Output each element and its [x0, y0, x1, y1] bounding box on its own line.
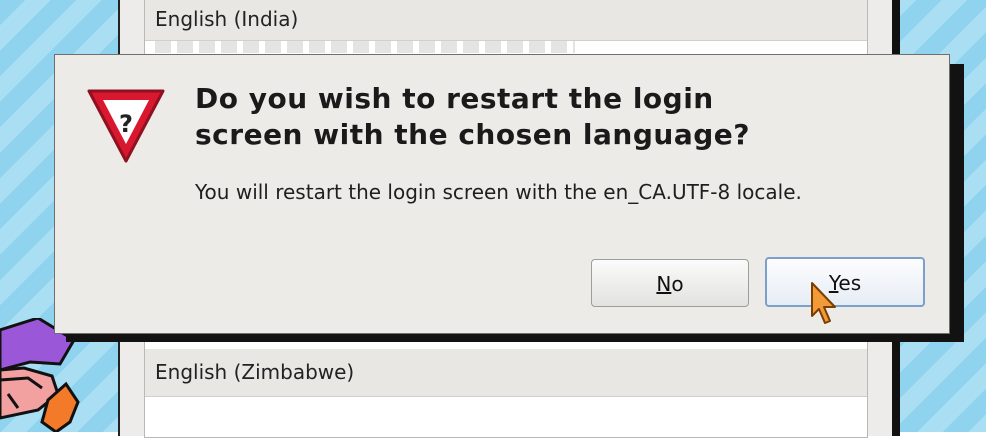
yes-button-label-rest: es	[838, 271, 862, 295]
list-item-label: English (Zimbabwe)	[155, 360, 355, 384]
list-item-label: English (India)	[155, 7, 299, 31]
dialog-title: Do you wish to restart the login screen …	[195, 81, 815, 153]
list-item[interactable]: English (Zimbabwe)	[145, 349, 867, 397]
svg-text:?: ?	[119, 110, 133, 138]
dialog-message: You will restart the login screen with t…	[195, 180, 802, 204]
no-button-label-rest: o	[671, 272, 684, 296]
list-item-partial	[155, 41, 575, 53]
dialog-title-line-1: Do you wish to restart the login	[195, 82, 714, 115]
no-button-mnemonic: N	[656, 272, 672, 296]
question-warning-icon: ?	[87, 89, 165, 163]
list-item[interactable]: English (India)	[145, 0, 867, 41]
yes-button[interactable]: Yes	[765, 257, 925, 307]
no-button[interactable]: No	[591, 259, 749, 307]
dialog-title-line-2: screen with the chosen language?	[195, 118, 750, 151]
mouse-pointer-icon	[811, 282, 836, 324]
